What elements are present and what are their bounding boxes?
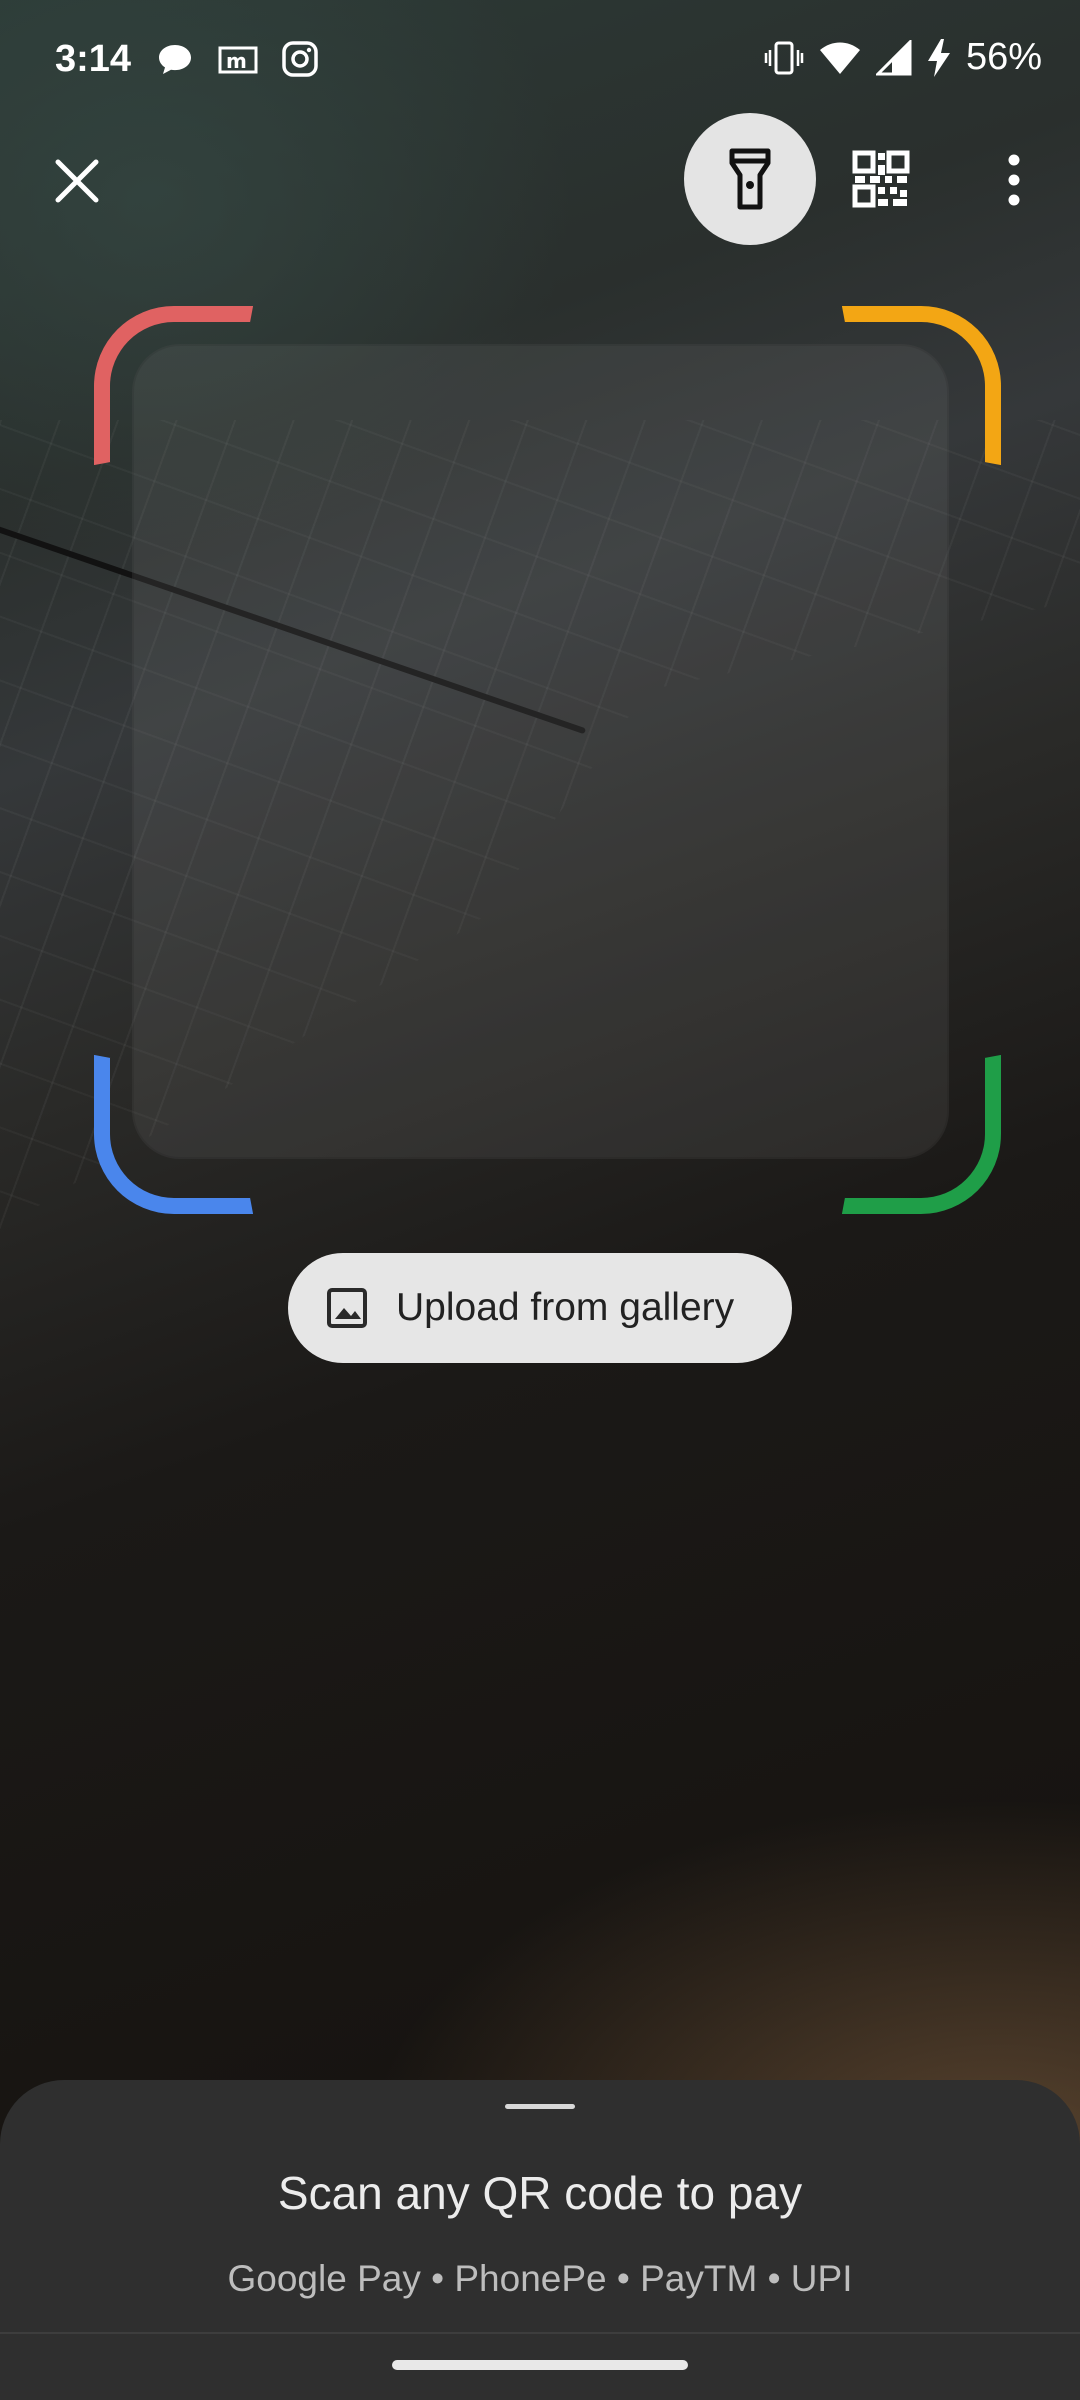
scan-corner-top-right [842,306,1001,465]
vibrate-icon [764,40,804,76]
more-vert-icon [1008,154,1020,206]
my-qr-code-button[interactable] [852,150,910,208]
signal-icon [875,39,912,76]
sheet-drag-handle[interactable] [505,2104,575,2109]
scan-corner-bottom-left [94,1055,253,1214]
flashlight-button[interactable] [684,113,816,245]
wifi-icon [818,40,862,76]
scan-corner-top-left [94,306,253,465]
more-options-button[interactable] [996,150,1032,210]
image-icon [327,1288,367,1328]
instagram-icon [281,40,319,80]
status-system-icons: 56% [764,36,1042,79]
status-bar: 3:14 m 56% [0,0,1080,120]
sheet-divider [0,2332,1080,2334]
bottom-sheet[interactable]: Scan any QR code to pay Google Pay • Pho… [0,2080,1080,2400]
svg-text:m: m [226,49,247,73]
gesture-nav-handle[interactable] [392,2360,688,2370]
qr-code-icon [852,150,910,208]
myntra-icon: m [217,40,259,80]
chat-icon [155,40,195,80]
close-button[interactable] [46,150,108,212]
upload-from-gallery-label: Upload from gallery [396,1286,735,1329]
flashlight-icon [729,148,771,210]
battery-percent: 56% [965,36,1042,78]
status-app-icons: m [155,40,319,80]
upload-from-gallery-button[interactable]: Upload from gallery [288,1253,792,1363]
charging-icon [926,38,952,78]
scan-corner-bottom-right [842,1055,1001,1214]
close-icon [55,159,99,203]
supported-apps-text: Google Pay • PhonePe • PayTM • UPI [227,2258,853,2299]
status-time: 3:14 [55,38,132,80]
sheet-title: Scan any QR code to pay [277,2167,803,2219]
scan-viewfinder [132,344,949,1159]
